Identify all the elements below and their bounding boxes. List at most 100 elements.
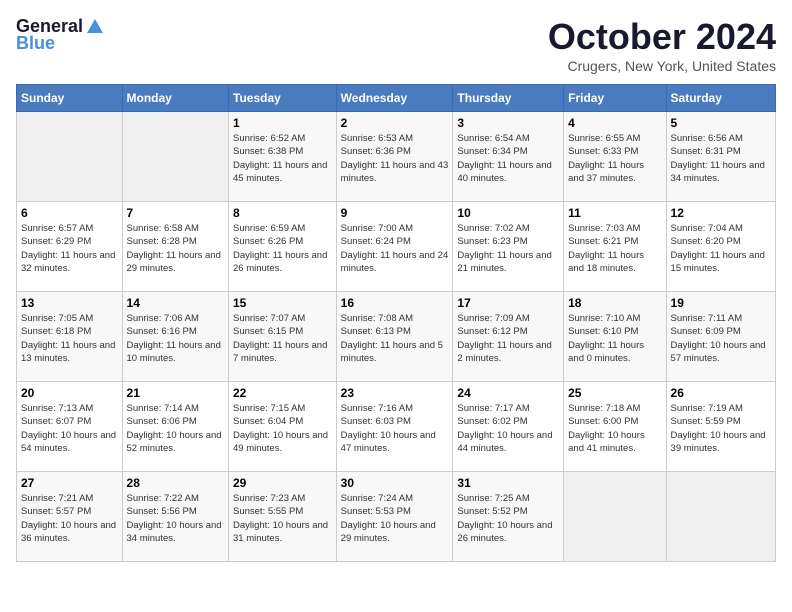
day-info: Sunset: 6:31 PM	[671, 145, 771, 158]
calendar-cell: 23Sunrise: 7:16 AMSunset: 6:03 PMDayligh…	[336, 382, 453, 472]
day-number: 21	[127, 386, 224, 400]
day-info: Sunrise: 7:02 AM	[457, 222, 559, 235]
weekday-header: Wednesday	[336, 85, 453, 112]
day-info: Daylight: 10 hours and 36 minutes.	[21, 519, 118, 546]
day-info: Sunrise: 7:19 AM	[671, 402, 771, 415]
calendar-cell: 9 Sunrise: 7:00 AMSunset: 6:24 PMDaylight…	[336, 202, 453, 292]
day-number: 3	[457, 116, 559, 130]
day-info: Daylight: 10 hours and 57 minutes.	[671, 339, 771, 366]
day-info: Sunset: 6:07 PM	[21, 415, 118, 428]
day-info: Sunset: 6:33 PM	[568, 145, 661, 158]
day-info: Sunset: 6:24 PM	[341, 235, 449, 248]
calendar-cell: 3Sunrise: 6:54 AMSunset: 6:34 PMDaylight…	[453, 112, 564, 202]
calendar-cell: 13Sunrise: 7:05 AMSunset: 6:18 PMDayligh…	[17, 292, 123, 382]
day-info: Sunset: 6:20 PM	[671, 235, 771, 248]
weekday-header: Monday	[122, 85, 228, 112]
day-info: Daylight: 11 hours and 2 minutes.	[457, 339, 559, 366]
day-info: Sunrise: 7:07 AM	[233, 312, 332, 325]
day-info: Sunrise: 7:11 AM	[671, 312, 771, 325]
day-info: Daylight: 10 hours and 41 minutes.	[568, 429, 661, 456]
calendar-cell: 4Sunrise: 6:55 AMSunset: 6:33 PMDaylight…	[564, 112, 666, 202]
day-number: 27	[21, 476, 118, 490]
calendar-cell: 26Sunrise: 7:19 AMSunset: 5:59 PMDayligh…	[666, 382, 775, 472]
day-info: Daylight: 11 hours and 32 minutes.	[21, 249, 118, 276]
day-number: 5	[671, 116, 771, 130]
day-info: Daylight: 10 hours and 31 minutes.	[233, 519, 332, 546]
day-info: Sunrise: 6:56 AM	[671, 132, 771, 145]
day-info: Daylight: 10 hours and 29 minutes.	[341, 519, 449, 546]
day-number: 10	[457, 206, 559, 220]
day-info: Sunset: 6:21 PM	[568, 235, 661, 248]
day-info: Sunrise: 6:54 AM	[457, 132, 559, 145]
day-info: Daylight: 11 hours and 21 minutes.	[457, 249, 559, 276]
day-info: Sunset: 5:57 PM	[21, 505, 118, 518]
calendar-cell: 1Sunrise: 6:52 AMSunset: 6:38 PMDaylight…	[229, 112, 337, 202]
day-info: Daylight: 11 hours and 45 minutes.	[233, 159, 332, 186]
day-info: Sunrise: 7:17 AM	[457, 402, 559, 415]
day-info: Sunrise: 6:58 AM	[127, 222, 224, 235]
day-number: 29	[233, 476, 332, 490]
calendar-cell: 31Sunrise: 7:25 AMSunset: 5:52 PMDayligh…	[453, 472, 564, 562]
day-info: Sunrise: 7:24 AM	[341, 492, 449, 505]
day-info: Sunrise: 7:04 AM	[671, 222, 771, 235]
day-info: Sunrise: 7:00 AM	[341, 222, 449, 235]
weekday-header: Friday	[564, 85, 666, 112]
day-info: Sunset: 6:10 PM	[568, 325, 661, 338]
day-info: Sunrise: 7:10 AM	[568, 312, 661, 325]
day-info: Daylight: 11 hours and 26 minutes.	[233, 249, 332, 276]
day-info: Sunrise: 7:16 AM	[341, 402, 449, 415]
day-info: Daylight: 11 hours and 13 minutes.	[21, 339, 118, 366]
day-info: Sunset: 6:03 PM	[341, 415, 449, 428]
day-number: 2	[341, 116, 449, 130]
day-number: 25	[568, 386, 661, 400]
day-info: Sunset: 6:15 PM	[233, 325, 332, 338]
day-info: Sunset: 6:38 PM	[233, 145, 332, 158]
calendar-cell: 25Sunrise: 7:18 AMSunset: 6:00 PMDayligh…	[564, 382, 666, 472]
day-info: Daylight: 11 hours and 5 minutes.	[341, 339, 449, 366]
calendar-cell: 22Sunrise: 7:15 AMSunset: 6:04 PMDayligh…	[229, 382, 337, 472]
day-info: Sunset: 6:23 PM	[457, 235, 559, 248]
day-number: 1	[233, 116, 332, 130]
day-number: 17	[457, 296, 559, 310]
day-info: Daylight: 10 hours and 49 minutes.	[233, 429, 332, 456]
day-info: Sunset: 6:13 PM	[341, 325, 449, 338]
day-number: 24	[457, 386, 559, 400]
day-number: 7	[127, 206, 224, 220]
day-info: Daylight: 11 hours and 15 minutes.	[671, 249, 771, 276]
day-info: Sunrise: 6:57 AM	[21, 222, 118, 235]
day-number: 23	[341, 386, 449, 400]
day-info: Daylight: 10 hours and 52 minutes.	[127, 429, 224, 456]
day-info: Sunset: 6:36 PM	[341, 145, 449, 158]
calendar-week-row: 20Sunrise: 7:13 AMSunset: 6:07 PMDayligh…	[17, 382, 776, 472]
day-info: Daylight: 10 hours and 39 minutes.	[671, 429, 771, 456]
day-number: 22	[233, 386, 332, 400]
day-number: 11	[568, 206, 661, 220]
calendar-cell: 21Sunrise: 7:14 AMSunset: 6:06 PMDayligh…	[122, 382, 228, 472]
day-info: Daylight: 11 hours and 37 minutes.	[568, 159, 661, 186]
day-info: Sunrise: 7:18 AM	[568, 402, 661, 415]
day-info: Sunrise: 7:06 AM	[127, 312, 224, 325]
calendar-cell: 6Sunrise: 6:57 AMSunset: 6:29 PMDaylight…	[17, 202, 123, 292]
calendar-cell	[17, 112, 123, 202]
day-number: 9	[341, 206, 449, 220]
day-info: Sunrise: 6:59 AM	[233, 222, 332, 235]
calendar-cell: 29Sunrise: 7:23 AMSunset: 5:55 PMDayligh…	[229, 472, 337, 562]
day-number: 28	[127, 476, 224, 490]
day-info: Daylight: 10 hours and 34 minutes.	[127, 519, 224, 546]
day-info: Sunrise: 7:22 AM	[127, 492, 224, 505]
day-info: Sunset: 6:12 PM	[457, 325, 559, 338]
day-info: Sunset: 5:53 PM	[341, 505, 449, 518]
day-info: Daylight: 11 hours and 34 minutes.	[671, 159, 771, 186]
logo-icon	[85, 17, 105, 37]
calendar-cell: 15Sunrise: 7:07 AMSunset: 6:15 PMDayligh…	[229, 292, 337, 382]
day-number: 30	[341, 476, 449, 490]
day-info: Sunset: 6:06 PM	[127, 415, 224, 428]
day-number: 8	[233, 206, 332, 220]
logo: General Blue	[16, 16, 105, 54]
weekday-header: Tuesday	[229, 85, 337, 112]
day-info: Daylight: 10 hours and 26 minutes.	[457, 519, 559, 546]
day-info: Sunset: 6:04 PM	[233, 415, 332, 428]
calendar-cell: 16Sunrise: 7:08 AMSunset: 6:13 PMDayligh…	[336, 292, 453, 382]
day-info: Daylight: 11 hours and 24 minutes.	[341, 249, 449, 276]
day-info: Sunset: 6:29 PM	[21, 235, 118, 248]
